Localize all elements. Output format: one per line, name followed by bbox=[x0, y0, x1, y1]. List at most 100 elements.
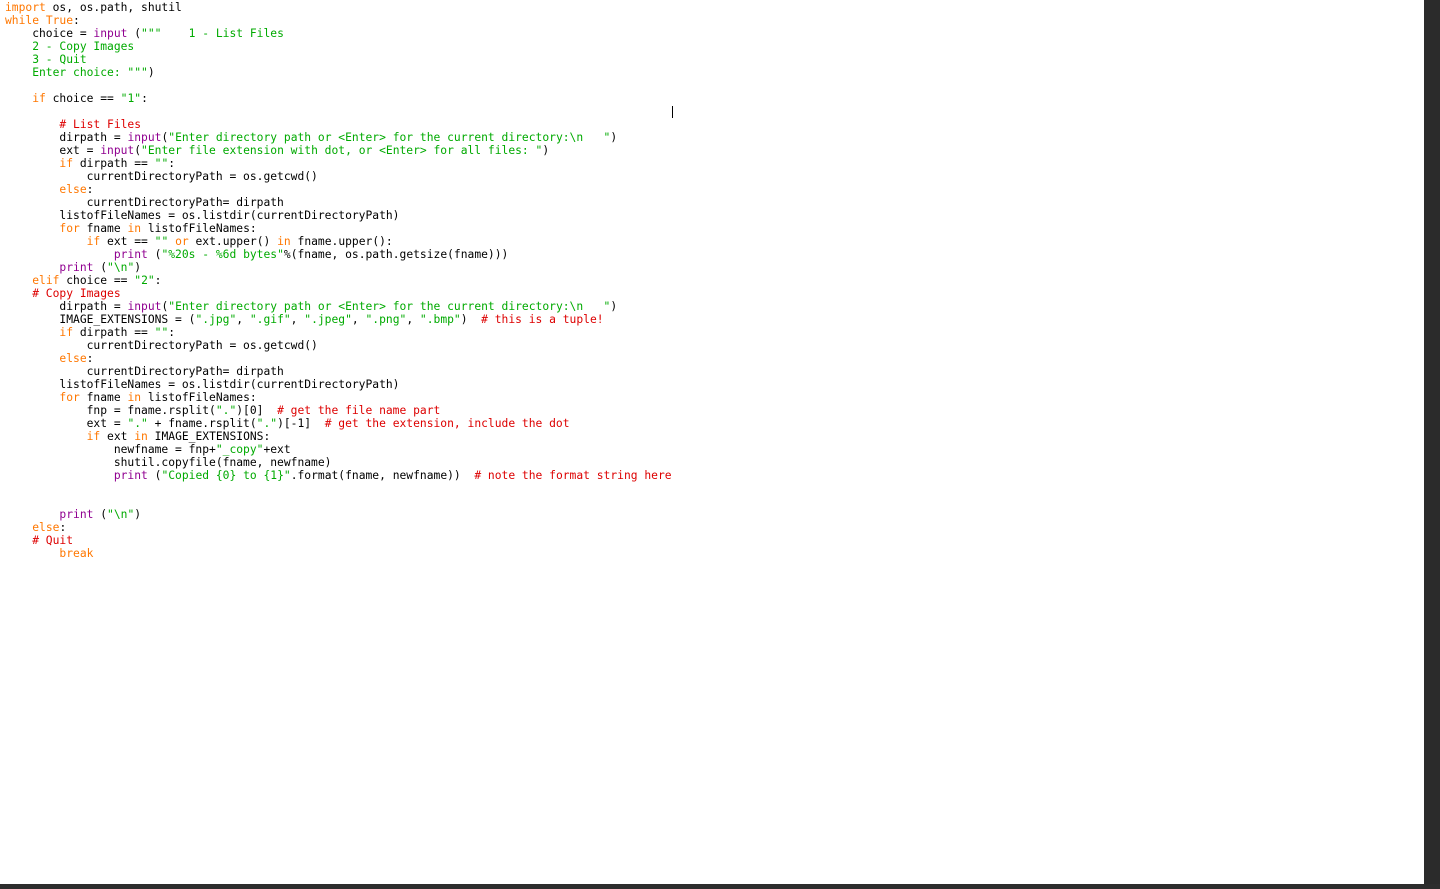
code-line[interactable]: IMAGE_EXTENSIONS = (".jpg", ".gif", ".jp… bbox=[5, 313, 672, 326]
code-line[interactable]: newfname = fnp+"_copy"+ext bbox=[5, 443, 672, 456]
code-line[interactable]: choice = input (""" 1 - List Files bbox=[5, 27, 672, 40]
code-line[interactable]: ext = "." + fname.rsplit(".")[-1] # get … bbox=[5, 417, 672, 430]
code-line[interactable]: listofFileNames = os.listdir(currentDire… bbox=[5, 378, 672, 391]
code-token: ) bbox=[542, 144, 550, 157]
code-line[interactable]: currentDirectoryPath= dirpath bbox=[5, 365, 672, 378]
string-token: "Enter file extension with dot, or <Ente… bbox=[141, 144, 543, 157]
code-line[interactable]: for fname in listofFileNames: bbox=[5, 391, 672, 404]
code-line[interactable]: break bbox=[5, 547, 672, 560]
keyword-token: elif bbox=[32, 274, 60, 287]
code-token: dirpath == bbox=[73, 326, 155, 339]
code-token: ( bbox=[93, 261, 108, 274]
keyword-token: if bbox=[86, 235, 101, 248]
code-line[interactable]: else: bbox=[5, 183, 672, 196]
string-token: "" bbox=[154, 326, 169, 339]
code-line[interactable]: print ("Copied {0} to {1}".format(fname,… bbox=[5, 469, 672, 482]
code-line[interactable]: if ext == "" or ext.upper() in fname.upp… bbox=[5, 235, 672, 248]
builtin-token: print bbox=[113, 469, 148, 482]
code-line[interactable] bbox=[5, 105, 672, 118]
string-token: Enter choice: """ bbox=[5, 66, 148, 79]
code-token: fname.upper(): bbox=[290, 235, 393, 248]
code-line[interactable]: elif choice == "2": bbox=[5, 274, 672, 287]
code-text-area[interactable]: import os, os.path, shutil while True: ch… bbox=[5, 1, 672, 560]
code-line[interactable]: else: bbox=[5, 352, 672, 365]
code-line[interactable]: if dirpath == "": bbox=[5, 157, 672, 170]
keyword-token: in bbox=[127, 222, 142, 235]
string-token: "." bbox=[127, 417, 148, 430]
code-line[interactable]: currentDirectoryPath= dirpath bbox=[5, 196, 672, 209]
vertical-scrollbar[interactable] bbox=[1424, 0, 1440, 884]
code-token: dirpath = bbox=[5, 300, 128, 313]
code-editor[interactable]: import os, os.path, shutil while True: ch… bbox=[0, 0, 1424, 884]
code-line[interactable]: Enter choice: """) bbox=[5, 66, 672, 79]
code-line[interactable] bbox=[5, 482, 672, 495]
code-line[interactable]: # Copy Images bbox=[5, 287, 672, 300]
code-token: .format(fname, newfname)) bbox=[290, 469, 475, 482]
code-line[interactable]: if choice == "1": bbox=[5, 92, 672, 105]
code-token: shutil.copyfile(fname, newfname) bbox=[5, 456, 332, 469]
code-token: + fname.rsplit( bbox=[147, 417, 257, 430]
code-line[interactable]: else: bbox=[5, 521, 672, 534]
comment-token: # List Files bbox=[5, 118, 142, 131]
code-line[interactable]: currentDirectoryPath = os.getcwd() bbox=[5, 170, 672, 183]
keyword-token: else bbox=[59, 183, 87, 196]
keyword-token: in bbox=[134, 430, 148, 443]
code-token: ) bbox=[460, 313, 482, 326]
code-line[interactable]: 3 - Quit bbox=[5, 53, 672, 66]
string-token: """ 1 - List Files bbox=[141, 27, 284, 40]
code-line[interactable]: listofFileNames = os.listdir(currentDire… bbox=[5, 209, 672, 222]
code-token: ) bbox=[610, 300, 618, 313]
code-token: ext == bbox=[100, 235, 155, 248]
code-token: listofFileNames = os.listdir(currentDire… bbox=[5, 378, 400, 391]
code-line[interactable]: ext = input("Enter file extension with d… bbox=[5, 144, 672, 157]
code-token: , bbox=[351, 313, 366, 326]
string-token: ".bmp" bbox=[419, 313, 461, 326]
code-line[interactable]: shutil.copyfile(fname, newfname) bbox=[5, 456, 672, 469]
code-line[interactable]: dirpath = input("Enter directory path or… bbox=[5, 300, 672, 313]
keyword-token: else bbox=[32, 521, 60, 534]
code-token: ext.upper() bbox=[188, 235, 278, 248]
keyword-token: in bbox=[277, 235, 291, 248]
code-line[interactable]: currentDirectoryPath = os.getcwd() bbox=[5, 339, 672, 352]
code-line[interactable] bbox=[5, 495, 672, 508]
string-token: ".png" bbox=[365, 313, 407, 326]
keyword-token: if bbox=[59, 326, 74, 339]
keyword-token: if bbox=[32, 92, 46, 105]
code-line[interactable] bbox=[5, 79, 672, 92]
code-line[interactable]: fnp = fname.rsplit(".")[0] # get the fil… bbox=[5, 404, 672, 417]
code-line[interactable]: print ("\n") bbox=[5, 261, 672, 274]
code-line[interactable]: for fname in listofFileNames: bbox=[5, 222, 672, 235]
code-line[interactable]: print ("\n") bbox=[5, 508, 672, 521]
code-line[interactable]: # List Files bbox=[5, 118, 672, 131]
code-line[interactable]: print ("%20s - %6d bytes"%(fname, os.pat… bbox=[5, 248, 672, 261]
code-token: ( bbox=[127, 27, 142, 40]
code-token: choice == bbox=[45, 92, 121, 105]
code-line[interactable]: if ext in IMAGE_EXTENSIONS: bbox=[5, 430, 672, 443]
code-token: , bbox=[290, 313, 305, 326]
code-line[interactable]: # Quit bbox=[5, 534, 672, 547]
string-token: "Enter directory path or <Enter> for the… bbox=[168, 300, 611, 313]
code-token: ( bbox=[147, 248, 162, 261]
string-token: "\n" bbox=[107, 261, 135, 274]
string-token: "1" bbox=[120, 92, 142, 105]
comment-token: # note the format string here bbox=[474, 469, 672, 482]
code-token: currentDirectoryPath = os.getcwd() bbox=[5, 339, 318, 352]
comment-token: # Copy Images bbox=[5, 287, 121, 300]
code-token: : bbox=[59, 521, 67, 534]
code-line[interactable]: if dirpath == "": bbox=[5, 326, 672, 339]
code-line[interactable]: while True: bbox=[5, 14, 672, 27]
code-line[interactable]: 2 - Copy Images bbox=[5, 40, 672, 53]
keyword-token: if bbox=[86, 430, 101, 443]
code-line[interactable]: dirpath = input("Enter directory path or… bbox=[5, 131, 672, 144]
string-token: "" bbox=[154, 235, 169, 248]
string-token: 3 - Quit bbox=[5, 53, 87, 66]
string-token: "" bbox=[154, 157, 169, 170]
code-line[interactable]: import os, os.path, shutil bbox=[5, 1, 672, 14]
